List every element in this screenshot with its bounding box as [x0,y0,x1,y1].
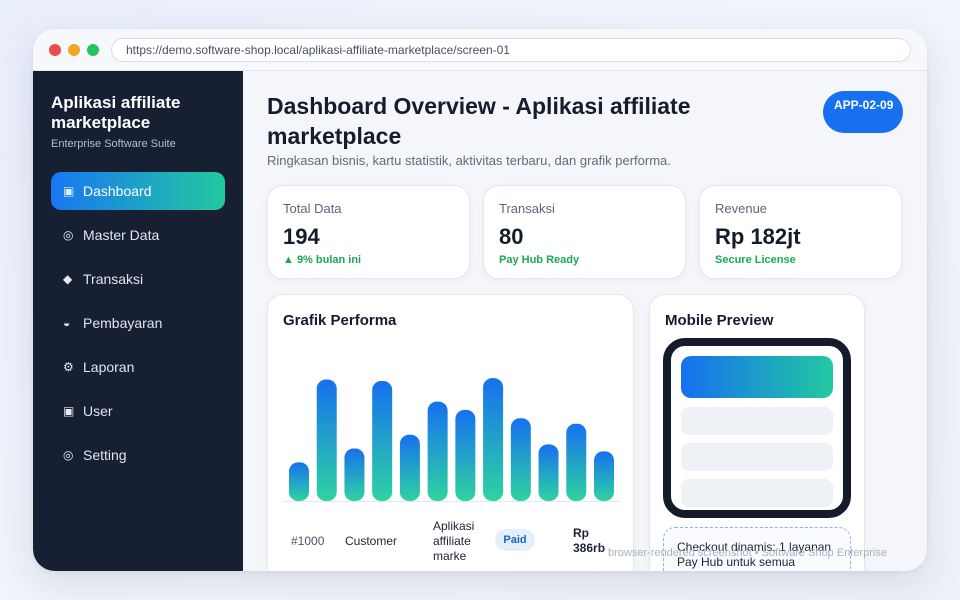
chart-baseline [283,501,620,502]
address-bar[interactable]: https://demo.software-shop.local/aplikas… [111,38,911,62]
sidebar-item-user[interactable]: ▣ User [51,392,225,430]
chart-bar-1 [289,462,309,501]
stat-label: Revenue [715,201,768,216]
target-icon: ◎ [63,448,74,462]
brand-subtitle: Enterprise Software Suite [51,138,176,150]
phone-mockup [663,338,851,518]
chart-bar-9 [510,418,531,501]
browser-window: https://demo.software-shop.local/aplikas… [33,29,927,571]
sidebar-item-master-data[interactable]: ◎ Master Data [51,216,225,254]
status-badge: Paid [495,529,535,551]
chart-bar-10 [538,444,559,501]
square-icon: ▣ [63,404,75,418]
performance-bar-chart [289,378,614,501]
chart-bar-5 [399,434,420,501]
mobile-preview-card: Mobile Preview Checkout dinamis: 1 layan… [649,294,865,571]
minimize-window-dot[interactable] [68,44,80,56]
diamond-icon: ◆ [63,272,73,286]
main-content: Dashboard Overview - Aplikasi affiliate … [243,71,927,571]
chart-bar-7 [455,409,476,501]
phone-header-bar [681,356,833,398]
chart-bar-3 [344,448,365,501]
chart-bar-4 [372,380,393,501]
stat-label: Transaksi [499,201,555,216]
chart-bar-11 [566,423,587,501]
stat-label: Total Data [283,201,342,216]
row-customer: Customer [345,534,398,548]
sidebar-item-label: Setting [83,447,127,463]
sidebar-item-transaksi[interactable]: ◆ Transaksi [51,260,225,298]
watermark-text: browser-rendered screenshot • Software S… [608,547,887,559]
phone-list-row [681,407,833,435]
sidebar-item-label: Pembayaran [83,315,163,331]
mobile-card-title: Mobile Preview [665,312,774,329]
performance-chart-card: Grafik Performa #1000 Customer Aplikasi … [267,294,634,571]
sidebar-item-pembayaran[interactable]: ◒ Pembayaran [51,304,225,342]
phone-list-row [681,479,833,507]
phone-list-row [681,443,833,471]
browser-titlebar: https://demo.software-shop.local/aplikas… [33,29,927,71]
sidebar-item-dashboard[interactable]: ▣ Dashboard [51,172,225,210]
page-title: Dashboard Overview - Aplikasi affiliate … [267,93,691,149]
brand-title: Aplikasi affiliate marketplace [51,93,181,132]
sidebar-item-label: Laporan [83,359,135,375]
stat-value: Rp 182jt [715,224,801,249]
sidebar-item-label: Master Data [83,227,160,243]
stat-value: 80 [499,224,524,249]
row-product: Aplikasi affiliate marke [433,519,475,563]
page-subtitle: Ringkasan bisnis, kartu statistik, aktiv… [267,153,671,168]
app-code-badge: APP-02-09 [823,91,903,133]
sidebar-item-setting[interactable]: ◎ Setting [51,436,225,474]
sidebar-item-label: Transaksi [83,271,144,287]
maximize-window-dot[interactable] [87,44,99,56]
chart-bar-12 [594,451,614,501]
close-window-dot[interactable] [49,44,61,56]
sidebar-item-label: Dashboard [83,183,152,199]
sidebar-item-laporan[interactable]: ⚙ Laporan [51,348,225,386]
stat-card-transaksi: Transaksi 80 Pay Hub Ready [483,185,686,279]
half-circle-icon: ◒ [63,316,71,330]
row-id: #1000 [291,534,325,548]
sidebar-item-label: User [83,403,113,419]
stat-note: Secure License [715,254,796,266]
gear-icon: ⚙ [63,360,74,374]
stat-card-total-data: Total Data 194 ▲ 9% bulan ini [267,185,470,279]
target-icon: ◎ [63,228,74,242]
chart-card-title: Grafik Performa [283,312,397,329]
stat-note: ▲ 9% bulan ini [283,254,362,266]
stat-note: Pay Hub Ready [499,254,580,266]
chart-bar-6 [427,401,448,501]
chart-bar-8 [483,378,504,501]
chart-bar-2 [316,379,337,501]
dashboard-icon: ▣ [63,184,75,198]
stat-value: 194 [283,224,320,249]
sidebar: Aplikasi affiliate marketplace Enterpris… [33,71,243,571]
stat-card-revenue: Revenue Rp 182jt Secure License [699,185,902,279]
sidebar-nav: ▣ Dashboard ◎ Master Data ◆ Transaksi ◒ … [51,172,225,480]
